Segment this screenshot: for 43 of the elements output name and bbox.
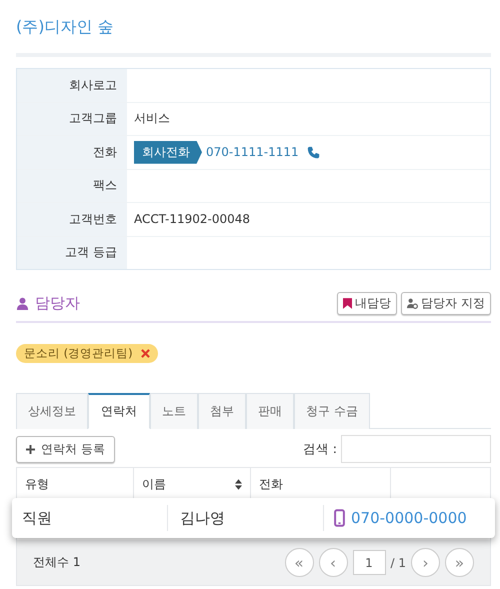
first-page-button[interactable]: «	[284, 548, 314, 577]
remove-icon[interactable]	[140, 349, 150, 358]
tab[interactable]: 첨부	[198, 393, 246, 429]
field-label: 고객번호	[17, 203, 127, 236]
phone-link[interactable]: 070-1111-1111	[206, 145, 299, 160]
table-cell: 직원	[22, 508, 52, 528]
search-label: 검색 :	[302, 440, 337, 458]
field-label: 팩스	[17, 170, 127, 202]
previous-page-button[interactable]: ‹	[318, 548, 348, 577]
field-label: 고객 등급	[17, 236, 127, 269]
total-count: 전체수 1	[33, 554, 80, 571]
bookmark-icon	[343, 298, 352, 309]
tab[interactable]: 청구 수금	[294, 393, 370, 429]
last-page-button[interactable]: »	[445, 548, 474, 577]
field-value: ACCT-11902-00048	[134, 212, 250, 226]
tab[interactable]: 노트	[150, 393, 198, 429]
plus-icon	[26, 444, 35, 454]
add-contact-button[interactable]: 연락처 등록	[16, 436, 115, 462]
user-icon	[16, 297, 29, 310]
table-cell: 김나영	[180, 508, 225, 528]
user-gear-icon	[407, 298, 418, 309]
page-input[interactable]: 1	[352, 550, 386, 575]
tab[interactable]: 상세정보	[16, 393, 88, 429]
phone-icon[interactable]	[306, 146, 320, 159]
tab[interactable]: 판매	[246, 393, 294, 429]
search-field[interactable]	[341, 435, 491, 463]
next-page-button[interactable]: ›	[411, 548, 440, 577]
mobile-phone-icon	[334, 509, 345, 527]
field-label: 회사로고	[17, 69, 127, 102]
section-title: 담당자	[35, 294, 80, 313]
phone-type-tag: 회사전화	[134, 140, 202, 164]
contact-row[interactable]: 직원 김나영 070-0000-0000	[12, 498, 495, 538]
field-label: 전화	[17, 136, 127, 168]
tab[interactable]: 연락처	[88, 393, 150, 429]
assign-owner-button[interactable]: 담당자 지정	[401, 292, 491, 315]
page-total: / 1	[390, 556, 406, 570]
phone-link[interactable]: 070-0000-0000	[351, 509, 467, 527]
field-value: 서비스	[134, 110, 170, 128]
sort-icon[interactable]	[235, 478, 242, 490]
owner-name: 문소리 (경영관리팀)	[24, 346, 133, 361]
my-owner-button[interactable]: 내담당	[337, 292, 398, 315]
field-label: 고객그룹	[17, 102, 127, 135]
company-title: (주)디자인 숲	[16, 16, 115, 38]
